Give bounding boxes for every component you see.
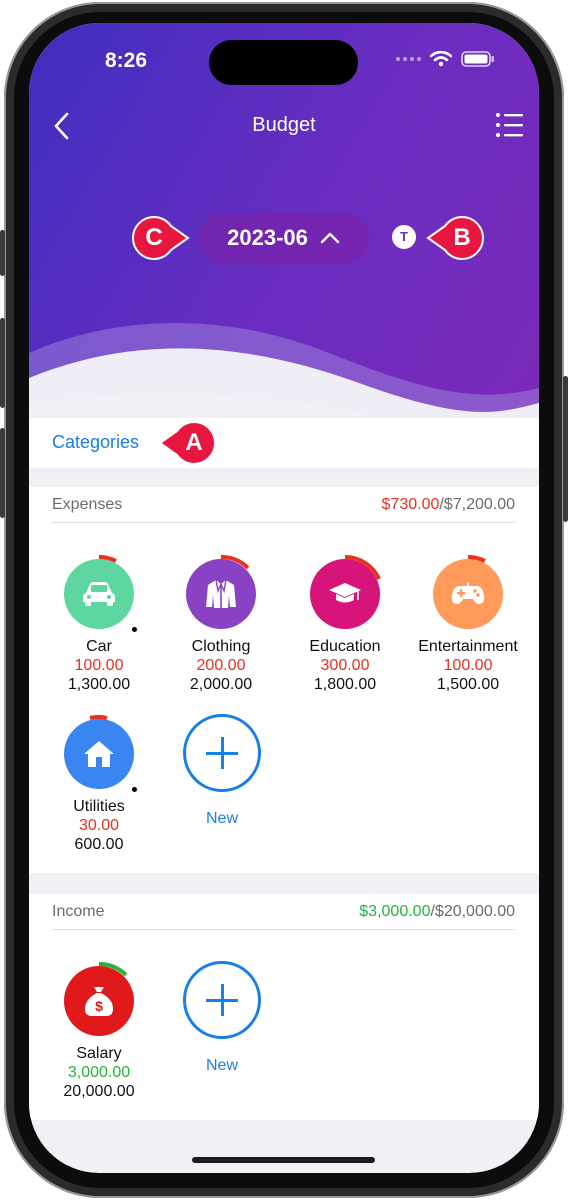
category-tile-utilities[interactable]: Utilities 30.00 600.00 <box>37 715 161 854</box>
category-budget: 600.00 <box>74 836 124 853</box>
income-title: Income <box>52 902 105 920</box>
category-budget: 1,500.00 <box>436 676 500 693</box>
income-budget-total: /$20,000.00 <box>430 902 515 920</box>
category-tile-clothing[interactable]: Clothing 200.00 2,000.00 <box>159 555 283 694</box>
plus-icon <box>183 961 261 1039</box>
categories-link[interactable]: Categories <box>52 432 139 453</box>
category-name: Entertainment <box>418 638 518 655</box>
expenses-budget-total: /$7,200.00 <box>439 495 515 513</box>
car-icon <box>83 582 115 606</box>
income-received-total: $3,000.00 <box>359 902 431 920</box>
jacket-icon <box>206 579 236 608</box>
category-name: Clothing <box>191 638 251 655</box>
category-name: Car <box>86 638 112 655</box>
status-time: 8:26 <box>104 49 148 72</box>
expenses-total: $730.00/$7,200.00 <box>382 496 515 514</box>
money-bag-icon: $ <box>85 987 113 1016</box>
category-name: Salary <box>76 1045 122 1062</box>
home-indicator[interactable] <box>192 1157 375 1163</box>
expenses-spent-total: $730.00 <box>381 495 440 513</box>
income-total: $3,000.00/$20,000.00 <box>359 903 515 921</box>
category-tile-education[interactable]: Education 300.00 1,800.00 <box>283 555 407 694</box>
action-button <box>0 230 5 276</box>
status-icons <box>395 51 495 67</box>
volume-down-button <box>0 428 5 518</box>
category-tile-car[interactable]: Car 100.00 1,300.00 <box>37 555 161 694</box>
header-wave <box>29 323 539 433</box>
month-label: 2023-06 <box>227 225 308 250</box>
expenses-card: Expenses $730.00/$7,200.00 Car 100.00 1,… <box>29 487 539 873</box>
house-icon <box>84 741 114 767</box>
new-label: New <box>205 810 238 827</box>
income-header: Income $3,000.00/$20,000.00 <box>52 894 515 930</box>
page-title: Budget <box>252 114 316 136</box>
svg-text:$: $ <box>95 998 103 1014</box>
indicator-dot <box>132 627 137 632</box>
new-income-category-button[interactable]: New <box>160 961 284 1075</box>
category-received: 3,000.00 <box>67 1064 131 1081</box>
category-budget: 2,000.00 <box>189 676 253 693</box>
expenses-title: Expenses <box>52 495 123 513</box>
new-label: New <box>205 1057 238 1074</box>
category-budget: 1,300.00 <box>67 676 131 693</box>
callout-b: B <box>421 215 484 261</box>
new-expense-category-button[interactable]: New <box>160 714 284 828</box>
category-budget: 20,000.00 <box>63 1083 135 1100</box>
category-spent: 300.00 <box>320 657 370 674</box>
indicator-dot <box>132 787 137 792</box>
power-button <box>563 376 568 522</box>
template-toggle-button[interactable]: T <box>392 225 416 249</box>
cellular-signal-icon <box>396 57 421 61</box>
wifi-icon <box>430 51 452 67</box>
list-menu-icon[interactable] <box>495 112 523 138</box>
category-spent: 100.00 <box>443 657 493 674</box>
dynamic-island <box>209 40 358 85</box>
category-name: Education <box>309 638 381 655</box>
chevron-up-icon <box>320 232 340 244</box>
categories-bar: Categories A <box>29 418 539 468</box>
graduation-cap-icon <box>329 583 361 603</box>
category-spent: 30.00 <box>78 817 120 834</box>
category-spent: 200.00 <box>196 657 246 674</box>
income-card: Income $3,000.00/$20,000.00 $ Salary 3,0… <box>29 894 539 1120</box>
plus-icon <box>183 714 261 792</box>
category-name: Utilities <box>73 798 125 815</box>
callout-a: A <box>153 420 216 466</box>
gamepad-icon <box>451 582 485 604</box>
month-selector[interactable]: 2023-06 <box>198 213 369 263</box>
category-tile-salary[interactable]: $ Salary 3,000.00 20,000.00 <box>37 962 161 1101</box>
category-spent: 100.00 <box>74 657 124 674</box>
battery-icon <box>461 51 494 67</box>
app-screen: 8:26 Budget 2023-06 T C B Categories A E… <box>29 23 539 1173</box>
expenses-header: Expenses $730.00/$7,200.00 <box>52 487 515 523</box>
callout-c: C <box>131 215 190 261</box>
volume-up-button <box>0 318 5 408</box>
category-budget: 1,800.00 <box>313 676 377 693</box>
category-tile-entertainment[interactable]: Entertainment 100.00 1,500.00 <box>406 555 530 694</box>
